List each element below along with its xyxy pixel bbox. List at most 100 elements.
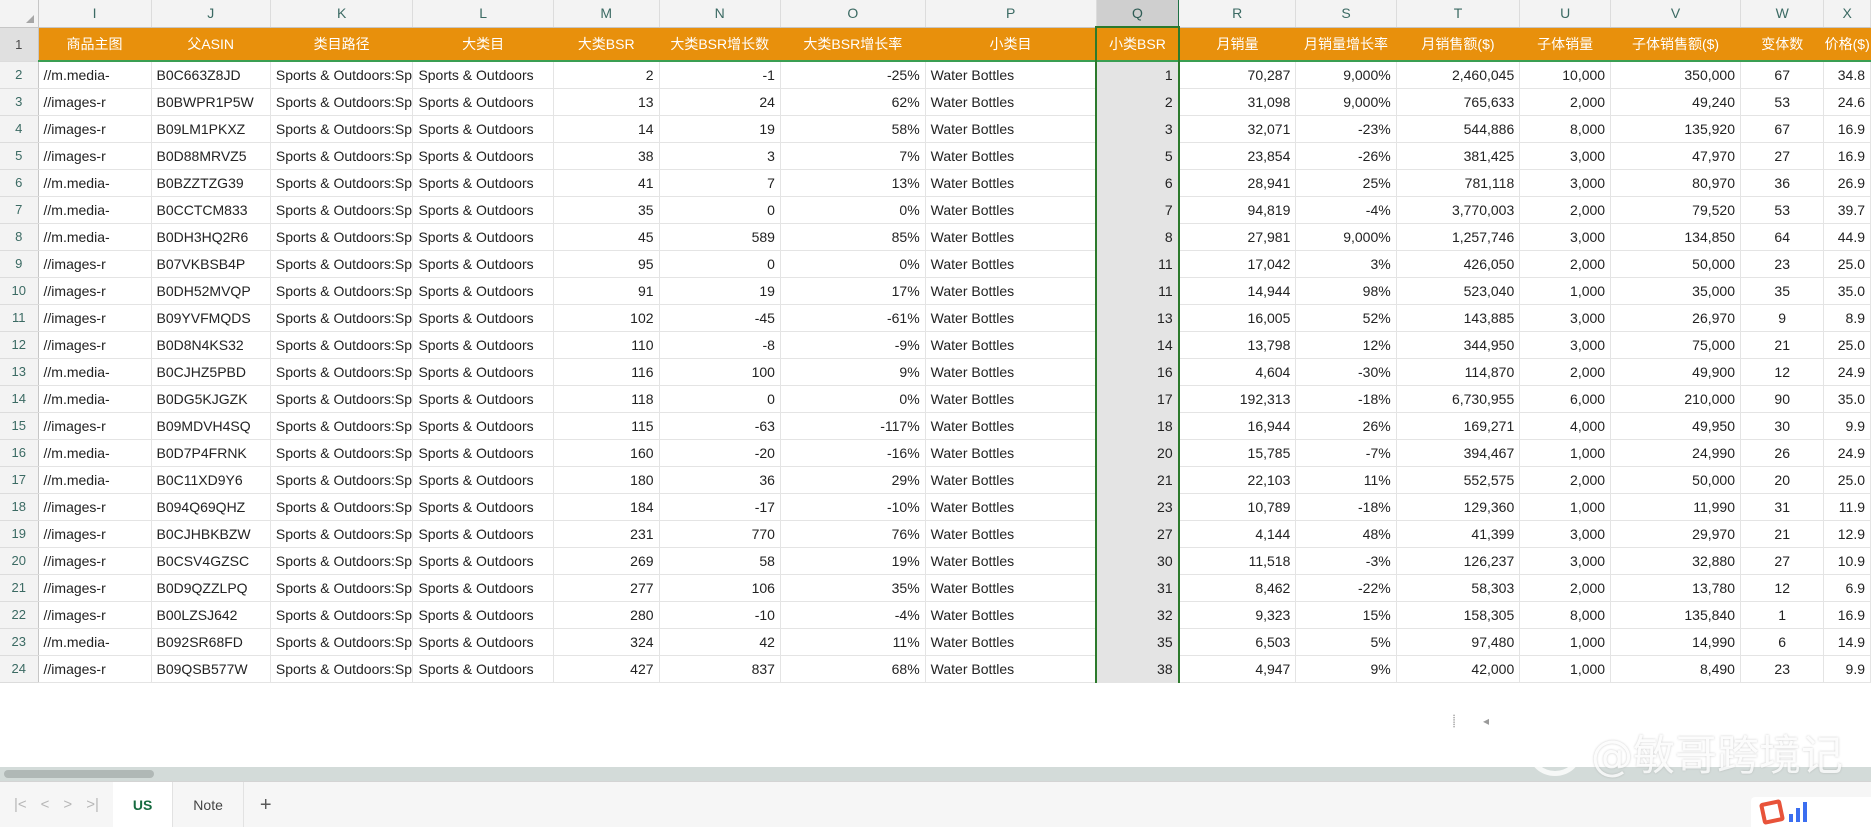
cell-monthly-sales[interactable]: 28,941 (1178, 169, 1297, 197)
cell-category-path[interactable]: Sports & Outdoors:Spor (270, 601, 414, 629)
cell-main-bsr[interactable]: 118 (553, 385, 660, 413)
cell-parent-asin[interactable]: B0BZZTZG39 (151, 169, 271, 197)
cell-main-bsr[interactable]: 115 (553, 412, 660, 440)
cell-main-category[interactable]: Sports & Outdoors (412, 88, 554, 116)
cell-variant-count[interactable]: 30 (1740, 412, 1825, 440)
cell-sub-bsr[interactable]: 35 (1095, 628, 1180, 656)
cell-main-category[interactable]: Sports & Outdoors (412, 412, 554, 440)
cell-main-bsr[interactable]: 102 (553, 304, 660, 332)
row-number-18[interactable]: 18 (0, 493, 39, 521)
header-cell-sub-category[interactable]: 小类目 (925, 27, 1097, 61)
cell-price[interactable]: 35.0 (1823, 385, 1871, 413)
cell-price[interactable]: 44.9 (1823, 223, 1871, 251)
cell-category-path[interactable]: Sports & Outdoors:Spor (270, 142, 414, 170)
cell-category-path[interactable]: Sports & Outdoors:Spor (270, 385, 414, 413)
column-header-K[interactable]: K (270, 0, 414, 28)
cell-variant-count[interactable]: 27 (1740, 142, 1825, 170)
cell-monthly-sales[interactable]: 70,287 (1178, 60, 1297, 89)
row-number-16[interactable]: 16 (0, 439, 39, 467)
header-cell-monthly-sales-growth[interactable]: 月销量增长率 (1295, 27, 1397, 61)
cell-monthly-sales-growth[interactable]: -30% (1295, 358, 1397, 386)
cell-category-path[interactable]: Sports & Outdoors:Spor (270, 655, 414, 683)
cell-monthly-revenue[interactable]: 344,950 (1396, 331, 1521, 359)
cell-main-bsr-growth-rate[interactable]: 7% (780, 142, 926, 170)
row-number-13[interactable]: 13 (0, 358, 39, 386)
column-header-S[interactable]: S (1295, 0, 1397, 28)
cell-monthly-sales-growth[interactable]: -26% (1295, 142, 1397, 170)
cell-monthly-sales[interactable]: 4,947 (1178, 655, 1297, 683)
column-header-X[interactable]: X (1823, 0, 1871, 28)
cell-main-category[interactable]: Sports & Outdoors (412, 304, 554, 332)
cell-product-image[interactable]: //images-r (38, 574, 152, 602)
cell-main-bsr[interactable]: 110 (553, 331, 660, 359)
cell-sub-category[interactable]: Water Bottles (925, 250, 1097, 278)
column-header-O[interactable]: O (780, 0, 926, 28)
column-header-P[interactable]: P (925, 0, 1097, 28)
cell-main-category[interactable]: Sports & Outdoors (412, 60, 554, 89)
spreadsheet-grid[interactable]: I J K L M N O P Q R S T U V W X 1 商品主图 父… (0, 0, 1871, 781)
cell-sub-category[interactable]: Water Bottles (925, 223, 1097, 251)
table-row[interactable]: 11//images-r B09YVFMQDS Sports & Outdoors:… (0, 304, 1871, 332)
cell-main-bsr-growth[interactable]: 24 (659, 88, 781, 116)
cell-monthly-sales[interactable]: 27,981 (1178, 223, 1297, 251)
cell-main-bsr[interactable]: 13 (553, 88, 660, 116)
horizontal-scrollbar[interactable] (0, 767, 1871, 781)
cell-price[interactable]: 26.9 (1823, 169, 1871, 197)
cell-main-bsr-growth[interactable]: 770 (659, 520, 781, 548)
cell-main-bsr-growth[interactable]: 7 (659, 169, 781, 197)
cell-child-revenue[interactable]: 24,990 (1610, 439, 1741, 467)
cell-price[interactable]: 6.9 (1823, 574, 1871, 602)
cell-sub-bsr[interactable]: 11 (1095, 250, 1180, 278)
cell-product-image[interactable]: //images-r (38, 412, 152, 440)
cell-parent-asin[interactable]: B0C11XD9Y6 (151, 466, 271, 494)
cell-main-bsr-growth-rate[interactable]: -16% (780, 439, 926, 467)
cell-monthly-sales-growth[interactable]: -22% (1295, 574, 1397, 602)
row-number-9[interactable]: 9 (0, 250, 39, 278)
cell-monthly-sales[interactable]: 16,944 (1178, 412, 1297, 440)
cell-main-bsr[interactable]: 180 (553, 466, 660, 494)
cell-child-revenue[interactable]: 14,990 (1610, 628, 1741, 656)
cell-monthly-revenue[interactable]: 3,770,003 (1396, 196, 1521, 224)
cell-child-sales[interactable]: 1,000 (1519, 277, 1612, 305)
cell-monthly-revenue[interactable]: 58,303 (1396, 574, 1521, 602)
cell-variant-count[interactable]: 67 (1740, 115, 1825, 143)
row-number-2[interactable]: 2 (0, 61, 39, 89)
cell-child-revenue[interactable]: 350,000 (1610, 60, 1741, 89)
cell-product-image[interactable]: //images-r (38, 520, 152, 548)
cell-monthly-revenue[interactable]: 41,399 (1396, 520, 1521, 548)
row-number-17[interactable]: 17 (0, 466, 39, 494)
cell-monthly-sales[interactable]: 31,098 (1178, 88, 1297, 116)
cell-main-category[interactable]: Sports & Outdoors (412, 277, 554, 305)
cell-variant-count[interactable]: 26 (1740, 439, 1825, 467)
column-header-U[interactable]: U (1519, 0, 1612, 28)
cell-child-sales[interactable]: 2,000 (1519, 358, 1612, 386)
cell-main-category[interactable]: Sports & Outdoors (412, 196, 554, 224)
cell-main-bsr-growth[interactable]: 0 (659, 196, 781, 224)
table-row[interactable]: 2//m.media- B0C663Z8JD Sports & Outdoors:S… (0, 60, 1871, 89)
cell-child-revenue[interactable]: 49,950 (1610, 412, 1741, 440)
cell-variant-count[interactable]: 21 (1740, 331, 1825, 359)
header-cell-main-bsr-growth[interactable]: 大类BSR增长数 (659, 27, 781, 61)
cell-product-image[interactable]: //images-r (38, 601, 152, 629)
cell-sub-category[interactable]: Water Bottles (925, 358, 1097, 386)
cell-main-bsr-growth[interactable]: -63 (659, 412, 781, 440)
cell-main-bsr-growth[interactable]: 19 (659, 277, 781, 305)
cell-product-image[interactable]: //m.media- (38, 628, 152, 656)
header-cell-child-revenue[interactable]: 子体销售额($) (1610, 27, 1741, 61)
cell-monthly-revenue[interactable]: 2,460,045 (1396, 60, 1521, 89)
cell-main-bsr[interactable]: 184 (553, 493, 660, 521)
cell-product-image[interactable]: //images-r (38, 655, 152, 683)
cell-price[interactable]: 35.0 (1823, 277, 1871, 305)
cell-category-path[interactable]: Sports & Outdoors:Spor (270, 250, 414, 278)
table-row[interactable]: 17//m.media- B0C11XD9Y6 Sports & Outdoors:… (0, 466, 1871, 494)
cell-category-path[interactable]: Sports & Outdoors:Spor (270, 466, 414, 494)
cell-price[interactable]: 16.9 (1823, 115, 1871, 143)
header-cell-monthly-sales[interactable]: 月销量 (1178, 27, 1297, 61)
cell-parent-asin[interactable]: B0CJHZ5PBD (151, 358, 271, 386)
cell-product-image[interactable]: //images-r (38, 493, 152, 521)
cell-monthly-revenue[interactable]: 6,730,955 (1396, 385, 1521, 413)
column-header-W[interactable]: W (1740, 0, 1825, 28)
cell-parent-asin[interactable]: B0DH52MVQP (151, 277, 271, 305)
cell-product-image[interactable]: //images-r (38, 142, 152, 170)
cell-sub-category[interactable]: Water Bottles (925, 601, 1097, 629)
